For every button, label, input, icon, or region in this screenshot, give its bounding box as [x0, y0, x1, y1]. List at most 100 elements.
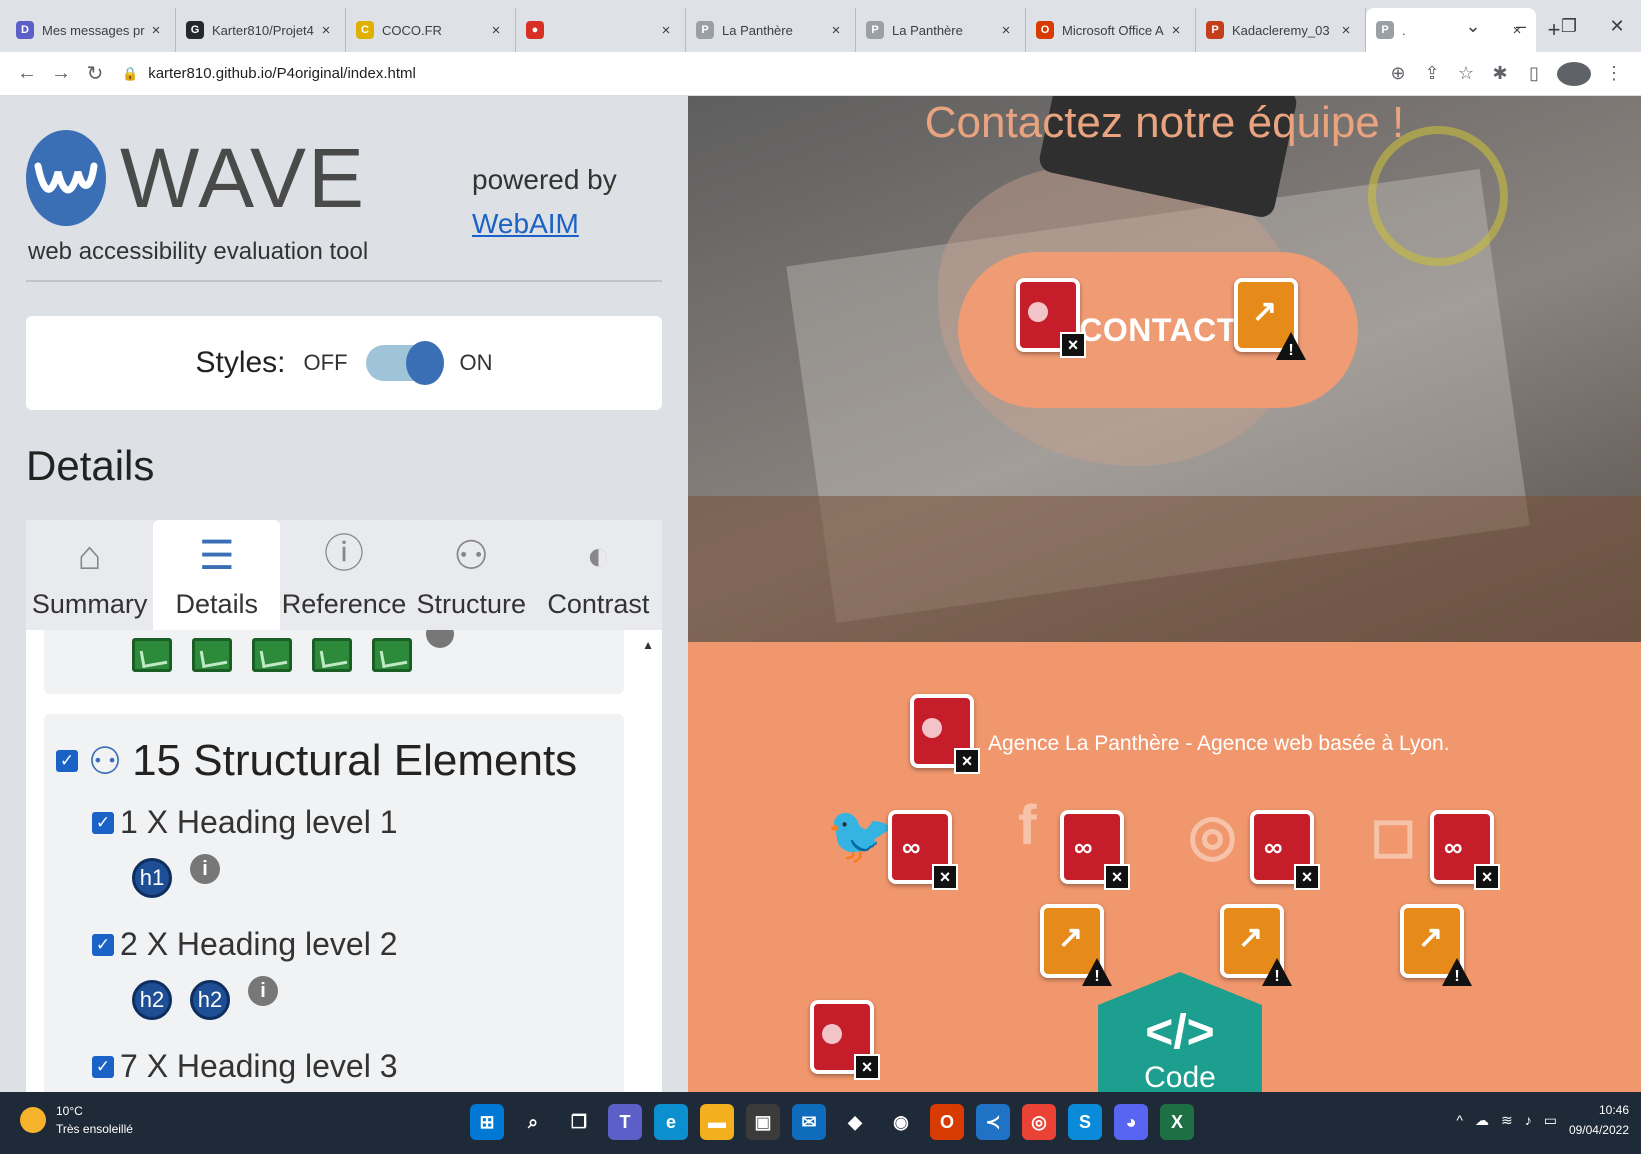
twitter-icon[interactable]: 🐦	[826, 802, 896, 868]
wave-tab-summary[interactable]: ⌂ Summary	[26, 520, 153, 630]
clock[interactable]: 10:46 09/04/2022	[1569, 1100, 1629, 1140]
heading-level-1-checkbox[interactable]: ✓	[92, 811, 114, 834]
teams-icon[interactable]: T	[608, 1104, 642, 1140]
back-icon[interactable]: ←	[10, 62, 44, 85]
volume-icon[interactable]: ♪	[1525, 1112, 1532, 1128]
browser-tab[interactable]: ● ×	[516, 8, 686, 52]
wave-link-error-icon[interactable]: ∞ ×	[1250, 810, 1320, 890]
zoom-icon[interactable]: ⊕	[1381, 63, 1415, 84]
tab-close-icon[interactable]: ×	[997, 22, 1015, 39]
dropbox-icon[interactable]: ◆	[838, 1104, 872, 1140]
tab-close-icon[interactable]: ×	[317, 22, 335, 39]
tab-close-icon[interactable]: ×	[147, 22, 165, 39]
excel-icon[interactable]: X	[1160, 1104, 1194, 1140]
side-panel-icon[interactable]: ▯	[1517, 63, 1551, 84]
browser-tab[interactable]: C COCO.FR ×	[346, 8, 516, 52]
url-field[interactable]: 🔒 karter810.github.io/P4original/index.h…	[122, 58, 1381, 90]
github-icon[interactable]: ◉	[884, 1104, 918, 1140]
wave-alert-icon[interactable]: ↗!	[1040, 904, 1112, 986]
heading-level-2-badges: h2 h2 i	[132, 976, 278, 1020]
wave-tab-details[interactable]: ☰ Details	[153, 520, 281, 630]
weather-widget[interactable]: 10°C Très ensoleillé	[20, 1102, 133, 1138]
tab-search-icon[interactable]: ⌄	[1449, 16, 1497, 37]
mail-icon[interactable]: ✉	[792, 1104, 826, 1140]
edge-icon[interactable]: e	[654, 1104, 688, 1140]
wave-logo-text: WAVE	[120, 131, 367, 225]
restore-button[interactable]: ❐	[1545, 16, 1593, 37]
wave-link-error-icon[interactable]: ∞ ×	[888, 810, 958, 890]
battery-icon[interactable]: ▭	[1544, 1112, 1557, 1129]
cloud-icon[interactable]: ☁	[1475, 1112, 1489, 1129]
reload-icon[interactable]: ↻	[78, 61, 112, 86]
wave-tab-reference[interactable]: ⓘ Reference	[280, 520, 407, 630]
info-icon[interactable]: i	[190, 854, 220, 884]
store-icon[interactable]: ▣	[746, 1104, 780, 1140]
tab-label: Kadacleremy_03	[1232, 22, 1330, 38]
wave-alert-icon[interactable]: ↗!	[1234, 278, 1306, 360]
h2-badge-icon[interactable]: h2	[190, 980, 230, 1020]
browser-tab[interactable]: P La Panthère ×	[856, 8, 1026, 52]
structural-elements-checkbox[interactable]: ✓	[56, 750, 78, 772]
error-x-mark: ×	[1474, 864, 1500, 890]
wifi-icon[interactable]: ≋	[1501, 1112, 1513, 1129]
dribbble-icon[interactable]: ◎	[1188, 802, 1237, 868]
menu-icon[interactable]: ⋮	[1597, 63, 1631, 84]
forward-icon[interactable]: →	[44, 62, 78, 85]
lock-icon[interactable]: 🔒	[122, 66, 138, 82]
wave-tab-contrast[interactable]: ◐ Contrast	[535, 520, 662, 630]
toolbar-icons: ⊕ ⇪ ☆ ✱ ▯ K ⋮	[1381, 61, 1631, 86]
browser-tab[interactable]: P Kadacleremy_03 ×	[1196, 8, 1366, 52]
tab-close-icon[interactable]: ×	[487, 22, 505, 39]
webaim-link[interactable]: WebAIM	[472, 202, 617, 246]
wave-error-icon[interactable]: ×	[1016, 278, 1086, 358]
bookmark-star-icon[interactable]: ☆	[1449, 63, 1483, 84]
tray-chevron-icon[interactable]: ^	[1456, 1112, 1463, 1128]
task-view-icon[interactable]: ❐	[562, 1104, 596, 1140]
wave-link-error-icon[interactable]: ∞ ×	[1430, 810, 1500, 890]
wave-alert-icon[interactable]: ↗!	[1220, 904, 1292, 986]
profile-avatar[interactable]: K	[1557, 61, 1591, 86]
info-icon[interactable]	[426, 630, 454, 648]
skype-icon[interactable]: S	[1068, 1104, 1102, 1140]
chain-link-icon: ∞	[902, 832, 921, 862]
start-icon[interactable]: ⊞	[470, 1104, 504, 1140]
close-window-button[interactable]: ✕	[1593, 16, 1641, 37]
browser-tab[interactable]: O Microsoft Office A ×	[1026, 8, 1196, 52]
wave-link-error-icon[interactable]: ∞ ×	[1060, 810, 1130, 890]
browser-tab[interactable]: P La Panthère ×	[686, 8, 856, 52]
h1-badge-icon[interactable]: h1	[132, 858, 172, 898]
wave-error-icon[interactable]: ×	[910, 694, 980, 774]
tab-close-icon[interactable]: ×	[1167, 22, 1185, 39]
discord-icon[interactable]: ◕	[1114, 1104, 1148, 1140]
tab-close-icon[interactable]: ×	[1337, 22, 1355, 39]
h2-badge-icon[interactable]: h2	[132, 980, 172, 1020]
vscode-icon[interactable]: ≺	[976, 1104, 1010, 1140]
extensions-icon[interactable]: ✱	[1483, 63, 1517, 84]
browser-tab[interactable]: D Mes messages pr ×	[6, 8, 176, 52]
heading-level-2-checkbox[interactable]: ✓	[92, 933, 114, 956]
wave-error-icon[interactable]: ×	[810, 1000, 880, 1080]
file-explorer-icon[interactable]: ▬	[700, 1104, 734, 1140]
structure-item-icon[interactable]	[192, 638, 232, 672]
scroll-up-icon[interactable]: ▲	[642, 638, 654, 652]
structure-item-icon[interactable]	[132, 638, 172, 672]
tab-close-icon[interactable]: ×	[827, 22, 845, 39]
wave-alert-icon[interactable]: ↗!	[1400, 904, 1472, 986]
instagram-icon[interactable]: ◻	[1370, 802, 1416, 868]
structure-item-icon[interactable]	[252, 638, 292, 672]
chrome-icon[interactable]: ◎	[1022, 1104, 1056, 1140]
styles-toggle-switch[interactable]	[365, 341, 444, 385]
tab-close-icon[interactable]: ×	[657, 22, 675, 39]
wave-tab-structure[interactable]: ⚇ Structure	[408, 520, 535, 630]
minimize-button[interactable]: –	[1497, 16, 1545, 37]
facebook-icon[interactable]: f	[1018, 792, 1037, 857]
wave-code-button[interactable]: </> Code	[1098, 972, 1262, 1092]
structure-item-icon[interactable]	[372, 638, 412, 672]
heading-level-3-checkbox[interactable]: ✓	[92, 1055, 114, 1078]
info-icon[interactable]: i	[248, 976, 278, 1006]
structure-item-icon[interactable]	[312, 638, 352, 672]
office-icon[interactable]: O	[930, 1104, 964, 1140]
search-icon[interactable]: ⌕	[516, 1104, 550, 1140]
share-icon[interactable]: ⇪	[1415, 63, 1449, 84]
browser-tab[interactable]: G Karter810/Projet4 ×	[176, 8, 346, 52]
